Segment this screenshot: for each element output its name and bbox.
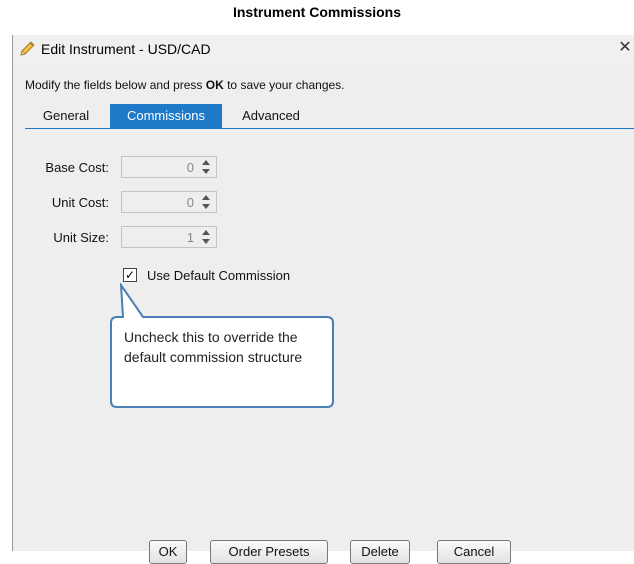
pencil-icon — [20, 41, 35, 56]
spinner-arrows-icon[interactable] — [201, 228, 211, 246]
unit-size-label: Unit Size: — [53, 230, 109, 245]
unit-cost-value: 0 — [186, 195, 194, 210]
document-caption: Instrument Commissions — [232, 4, 402, 20]
tab-advanced[interactable]: Advanced — [225, 104, 317, 128]
delete-button[interactable]: Delete — [350, 540, 410, 564]
close-button[interactable]: ✕ — [617, 38, 633, 58]
use-default-commission-label[interactable]: Use Default Commission — [147, 268, 290, 283]
instructions-text: Modify the fields below and press OK to … — [25, 78, 345, 92]
tab-underline — [25, 128, 634, 129]
tab-bar: General Commissions Advanced — [25, 104, 634, 128]
instructions-ok-keyword: OK — [205, 78, 224, 92]
unit-cost-spinner[interactable]: 0 — [121, 191, 217, 213]
use-default-commission-checkbox[interactable]: ✓ — [123, 268, 137, 282]
tab-general[interactable]: General — [25, 104, 107, 128]
spinner-arrows-icon[interactable] — [201, 193, 211, 211]
order-presets-button[interactable]: Order Presets — [210, 540, 328, 564]
ok-button[interactable]: OK — [149, 540, 187, 564]
base-cost-label: Base Cost: — [45, 160, 109, 175]
unit-cost-label: Unit Cost: — [51, 195, 109, 210]
edit-instrument-dialog: Edit Instrument - USD/CAD ✕ Modify the f… — [12, 35, 634, 564]
callout-text: Uncheck this to override the default com… — [124, 329, 303, 365]
base-cost-value: 0 — [186, 160, 194, 175]
base-cost-spinner[interactable]: 0 — [121, 156, 217, 178]
spinner-arrows-icon[interactable] — [201, 158, 211, 176]
dialog-title: Edit Instrument - USD/CAD — [41, 41, 211, 57]
dialog-titlebar[interactable]: Edit Instrument - USD/CAD ✕ — [13, 35, 634, 63]
cancel-button[interactable]: Cancel — [437, 540, 511, 564]
unit-size-value: 1 — [186, 230, 194, 245]
unit-size-spinner[interactable]: 1 — [121, 226, 217, 248]
tab-commissions[interactable]: Commissions — [110, 104, 222, 128]
